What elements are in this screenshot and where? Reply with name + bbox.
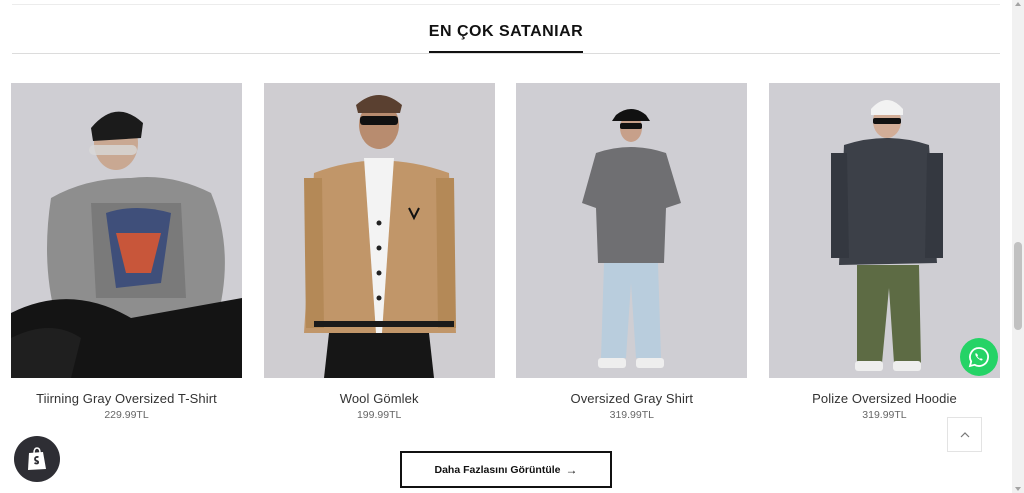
scroll-thumb[interactable] xyxy=(1014,242,1022,330)
product-photo-tshirt xyxy=(11,83,242,378)
scroll-to-top-button[interactable] xyxy=(947,417,982,452)
chevron-up-icon xyxy=(960,431,969,437)
shopify-bag-icon xyxy=(28,447,46,470)
product-image[interactable] xyxy=(263,83,495,378)
shopify-button[interactable] xyxy=(14,436,60,482)
section-header: EN ÇOK SATANIAR xyxy=(12,18,1000,54)
view-more-button[interactable]: Daha Fazlasını Görüntüle → xyxy=(400,451,612,488)
vertical-scrollbar[interactable] xyxy=(1012,0,1024,493)
product-image[interactable] xyxy=(768,83,1000,378)
section-title: EN ÇOK SATANIAR xyxy=(428,18,584,53)
product-photo-gray-shirt xyxy=(516,83,748,378)
whatsapp-button[interactable] xyxy=(960,338,998,376)
scroll-up-arrow[interactable] xyxy=(1015,2,1021,6)
product-name[interactable]: Tiirning Gray Oversized T-Shirt xyxy=(11,391,242,406)
whatsapp-icon xyxy=(968,347,989,368)
product-photo-hoodie xyxy=(768,83,1000,378)
arrow-right-icon: → xyxy=(565,462,578,477)
product-name[interactable]: Oversized Gray Shirt xyxy=(516,391,747,406)
scroll-down-arrow[interactable] xyxy=(1015,487,1021,491)
product-price: 229.99TL xyxy=(104,409,149,421)
product-price: 199.99TL xyxy=(356,409,402,421)
product-image[interactable] xyxy=(11,83,242,378)
product-card[interactable]: Tiirning Gray Oversized T-Shirt 229.99TL xyxy=(11,83,242,421)
top-divider xyxy=(12,4,1000,5)
product-image[interactable] xyxy=(516,83,748,378)
product-name[interactable]: Polize Oversized Hoodie xyxy=(769,391,1000,406)
view-more-label: Daha Fazlasını Görüntüle xyxy=(434,463,561,476)
product-name[interactable]: Wool Gömlek xyxy=(264,391,495,406)
product-grid: Tiirning Gray Oversized T-Shirt 229.99TL xyxy=(11,83,1000,421)
product-card[interactable]: Oversized Gray Shirt 319.99TL xyxy=(516,83,748,421)
product-card[interactable]: Wool Gömlek 199.99TL xyxy=(263,83,495,421)
product-photo-cardigan xyxy=(263,83,495,378)
product-price: 319.99TL xyxy=(609,409,654,421)
